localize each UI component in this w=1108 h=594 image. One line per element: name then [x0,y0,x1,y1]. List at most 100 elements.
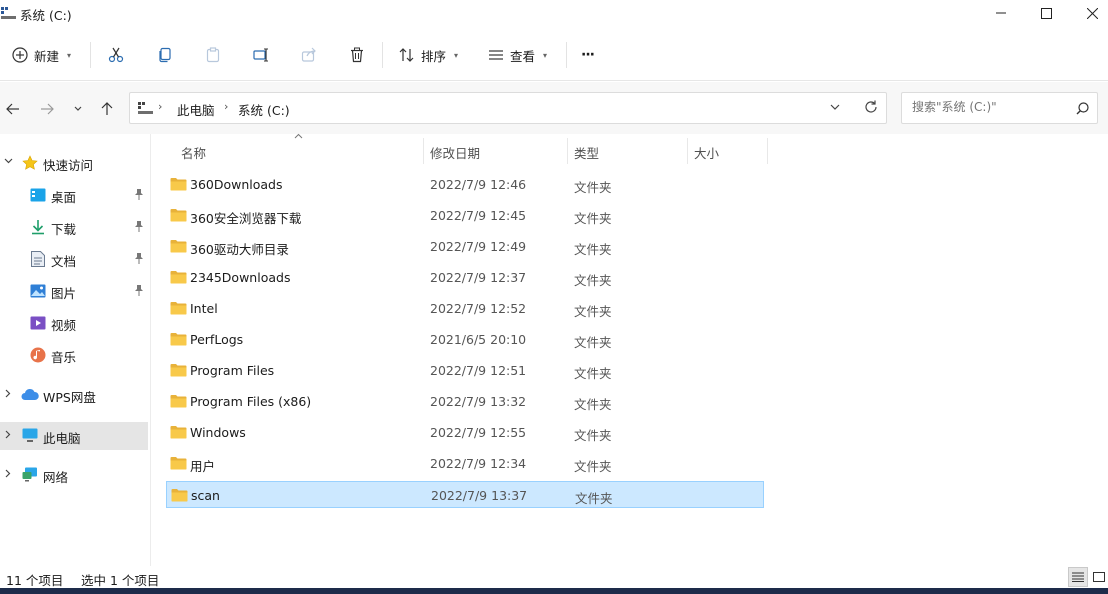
file-name: Intel [190,301,218,316]
cut-button[interactable] [108,40,124,70]
pin-icon[interactable] [134,253,144,264]
view-label: 查看 [510,48,536,64]
column-header-name[interactable]: 名称 [181,140,206,164]
sidebar-item-label: 此电脑 [43,431,81,446]
file-name: Windows [190,425,246,440]
file-name: 360Downloads [190,177,283,192]
column-header-type[interactable]: 类型 [574,140,599,164]
file-date: 2021/6/5 20:10 [430,332,527,347]
breadcrumb-drive-c[interactable]: 系统 (C:) [238,100,290,119]
column-divider[interactable] [687,138,688,164]
sidebar-item-wps-drive[interactable]: WPS网盘 [0,381,148,409]
pin-icon[interactable] [134,221,144,232]
toolbar-divider [566,42,567,68]
up-button[interactable] [96,98,118,120]
sidebar-item-label: 视频 [51,318,77,333]
minimize-button[interactable] [978,0,1024,26]
maximize-button[interactable] [1023,0,1069,26]
sidebar-item-documents[interactable]: 文档 [0,245,148,273]
pin-icon[interactable] [134,285,144,296]
file-type: 文件夹 [574,273,612,288]
search-input[interactable] [910,99,1064,115]
file-row[interactable]: Intel 2022/7/9 12:52 文件夹 [166,295,764,322]
sort-button[interactable]: 排序 ▾ [399,40,458,70]
column-divider[interactable] [423,138,424,164]
large-icons-view-button[interactable] [1090,567,1108,587]
file-row[interactable]: Program Files (x86) 2022/7/9 13:32 文件夹 [166,388,764,415]
close-button[interactable] [1069,0,1108,26]
copy-icon [157,47,173,63]
file-name: PerfLogs [190,332,244,347]
paste-button[interactable] [205,40,221,70]
sidebar-item-label: 快速访问 [43,158,94,173]
file-row[interactable]: Windows 2022/7/9 12:55 文件夹 [166,419,764,446]
pin-icon[interactable] [134,189,144,200]
recent-locations-button[interactable] [67,98,89,120]
file-row[interactable]: 360Downloads 2022/7/9 12:46 文件夹 [166,171,764,198]
document-icon [31,251,45,267]
file-type: 文件夹 [574,397,612,412]
file-name: scan [191,488,220,503]
file-date: 2022/7/9 12:37 [430,270,527,285]
search-icon[interactable] [1076,102,1089,115]
share-button[interactable] [301,40,317,70]
folder-icon [171,488,188,502]
file-row[interactable]: 360驱动大师目录 2022/7/9 12:49 文件夹 [166,233,764,260]
sidebar-item-desktop[interactable]: 桌面 [0,181,148,209]
more-options-button[interactable]: ··· [581,40,595,70]
item-count: 11 个项目 [6,573,64,588]
rename-icon [253,47,269,63]
back-button[interactable] [2,98,24,120]
sidebar-item-pictures[interactable]: 图片 [0,277,148,305]
status-bar: 11 个项目 选中 1 个项目 [0,566,1108,588]
column-header-date[interactable]: 修改日期 [430,140,480,164]
delete-button[interactable] [349,40,365,70]
star-icon [22,155,38,171]
sidebar-item-this-pc[interactable]: 此电脑 [0,422,148,450]
folder-icon [170,332,187,346]
sidebar-item-network[interactable]: 网络 [0,461,148,489]
file-row[interactable]: PerfLogs 2021/6/5 20:10 文件夹 [166,326,764,353]
sidebar-item-label: 音乐 [51,350,77,365]
sidebar-item-music[interactable]: 音乐 [0,341,148,369]
sidebar-item-label: 下载 [51,222,77,237]
file-row[interactable]: Program Files 2022/7/9 12:51 文件夹 [166,357,764,384]
sort-arrow-up-icon [294,133,303,139]
file-type: 文件夹 [574,366,612,381]
column-divider[interactable] [767,138,768,164]
navigation-pane: 快速访问 桌面 下载 文档 图片 视频 音乐 WPS网盘 此电脑 网络 [0,134,151,566]
search-box[interactable] [901,92,1098,124]
copy-button[interactable] [157,40,173,70]
file-row[interactable]: 360安全浏览器下载 2022/7/9 12:45 文件夹 [166,202,764,229]
file-type: 文件夹 [574,211,612,226]
file-date: 2022/7/9 12:55 [430,425,527,440]
file-date: 2022/7/9 12:51 [430,363,527,378]
selection-count: 选中 1 个项目 [81,573,160,588]
file-row[interactable]: 用户 2022/7/9 12:34 文件夹 [166,450,764,477]
forward-button[interactable] [36,98,58,120]
new-button[interactable]: 新建 ▾ [12,40,71,70]
download-icon [30,219,46,235]
file-date: 2022/7/9 12:45 [430,208,527,223]
sort-label: 排序 [421,48,447,64]
column-header-size[interactable]: 大小 [694,140,719,164]
file-row[interactable]: scan 2022/7/9 13:37 文件夹 [166,481,764,508]
sidebar-item-videos[interactable]: 视频 [0,309,148,337]
rename-button[interactable] [253,40,269,70]
view-button[interactable]: 查看 ▾ [488,40,547,70]
details-view-button[interactable] [1068,567,1088,587]
breadcrumb-this-pc[interactable]: 此电脑 [177,100,215,119]
file-row[interactable]: 2345Downloads 2022/7/9 12:37 文件夹 [166,264,764,291]
column-divider[interactable] [567,138,568,164]
arrow-up-icon [101,102,113,116]
address-bar[interactable]: › 此电脑 › 系统 (C:) [129,92,887,124]
sort-icon [399,47,415,63]
sidebar-item-label: 图片 [51,286,77,301]
chevron-down-icon [4,158,13,164]
sidebar-item-quick-access[interactable]: 快速访问 [0,149,148,177]
network-icon [22,467,38,482]
refresh-button[interactable] [864,100,878,114]
sidebar-item-downloads[interactable]: 下载 [0,213,148,241]
address-dropdown-button[interactable] [830,104,840,110]
cloud-icon [21,388,39,401]
